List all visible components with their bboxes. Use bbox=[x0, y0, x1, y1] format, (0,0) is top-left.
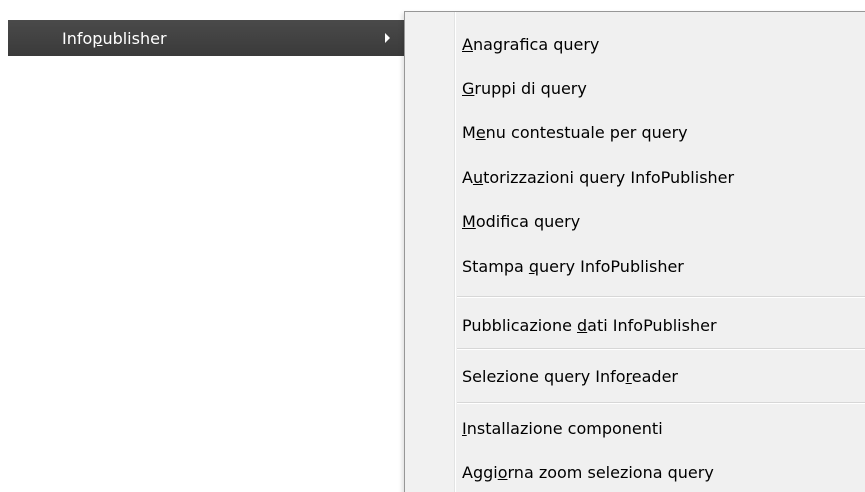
menu-item-anagrafica-query[interactable]: Anagrafica query bbox=[405, 22, 865, 66]
menu-item-label: Aggiorna zoom seleziona query bbox=[462, 462, 714, 482]
menu-stage: Infopublisher Anagrafica query Gruppi di… bbox=[0, 0, 865, 492]
menu-item-pubblicazione-dati[interactable]: Pubblicazione dati InfoPublisher bbox=[405, 303, 865, 347]
menu-item-selezione-query-inforeader[interactable]: Selezione query Inforeader bbox=[405, 354, 865, 398]
menu-item-label: Stampa query InfoPublisher bbox=[462, 256, 684, 276]
menu-separator bbox=[457, 402, 865, 404]
menu-item-label: Pubblicazione dati InfoPublisher bbox=[462, 315, 717, 335]
menu-item-modifica-query[interactable]: Modifica query bbox=[405, 199, 865, 243]
menu-item-label: Gruppi di query bbox=[462, 78, 587, 98]
submenu-arrow-icon bbox=[385, 33, 390, 43]
menu-separator bbox=[457, 296, 865, 298]
menu-item-stampa-query[interactable]: Stampa query InfoPublisher bbox=[405, 244, 865, 288]
menu-item-label: Menu contestuale per query bbox=[462, 122, 688, 142]
menu-item-menu-contestuale[interactable]: Menu contestuale per query bbox=[405, 110, 865, 154]
menu-item-label: Modifica query bbox=[462, 211, 581, 231]
menu-item-gruppi-di-query[interactable]: Gruppi di query bbox=[405, 66, 865, 110]
menu-item-infopublisher-label: Infopublisher bbox=[62, 28, 167, 48]
menu-item-label: Autorizzazioni query InfoPublisher bbox=[462, 167, 735, 187]
infopublisher-submenu: Anagrafica query Gruppi di query Menu co… bbox=[404, 11, 865, 492]
menu-separator bbox=[457, 348, 865, 350]
menu-item-autorizzazioni-query[interactable]: Autorizzazioni query InfoPublisher bbox=[405, 155, 865, 199]
menu-item-label: Selezione query Inforeader bbox=[462, 366, 679, 386]
menu-item-label: Installazione componenti bbox=[462, 418, 663, 438]
menu-item-installazione-componenti[interactable]: Installazione componenti bbox=[405, 406, 865, 450]
menu-item-label: Anagrafica query bbox=[462, 34, 600, 54]
menu-item-aggiorna-zoom[interactable]: Aggiorna zoom seleziona query bbox=[405, 450, 865, 492]
menu-item-infopublisher[interactable]: Infopublisher bbox=[8, 20, 404, 56]
